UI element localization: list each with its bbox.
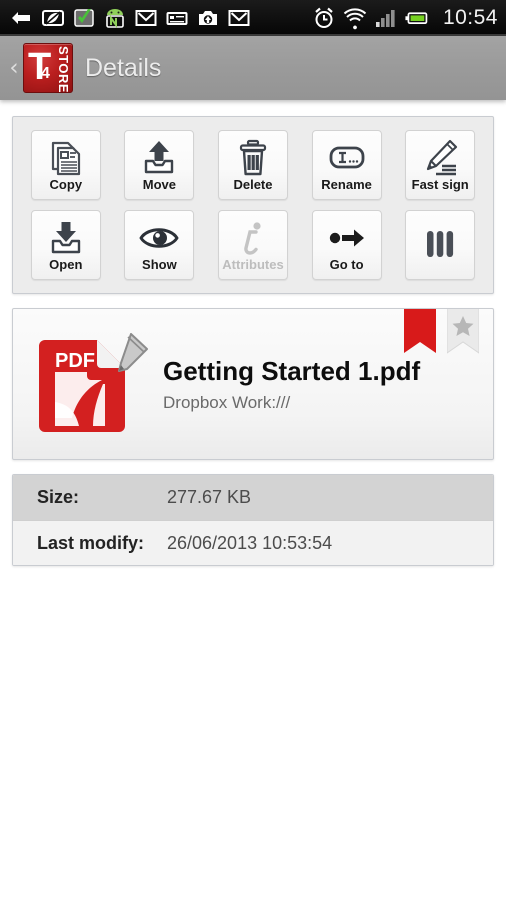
show-button-label: Show <box>142 257 177 272</box>
back-button[interactable]: ‹ <box>6 56 22 80</box>
move-icon <box>145 141 174 174</box>
pencil-sign-icon <box>427 139 458 176</box>
gmail-second-icon <box>228 10 250 26</box>
pdf-file-icon: PDF <box>39 333 148 432</box>
fast-sign-button[interactable]: Fast sign <box>405 130 476 200</box>
rename-button[interactable]: Rename <box>311 130 382 200</box>
camera-upload-icon <box>199 11 217 25</box>
content-area: Copy Move Delete Rename Fast sign Open S… <box>0 116 506 566</box>
more-bars-icon <box>427 231 454 257</box>
action-bar: ‹ T 4 STORE Details <box>0 36 506 100</box>
open-button-label: Open <box>49 257 83 272</box>
star-ribbon[interactable] <box>447 308 479 355</box>
detail-key-last-modify: Last modify: <box>37 532 145 553</box>
android-n-icon <box>106 9 124 29</box>
action-button-grid: Copy Move Delete Rename Fast sign Open S… <box>13 117 493 293</box>
sms-message-icon <box>166 12 188 25</box>
delete-button-label: Delete <box>233 177 273 192</box>
cell-signal-icon <box>375 10 395 27</box>
table-row: Size: 277.67 KB <box>13 475 493 520</box>
move-button-label: Move <box>142 177 176 192</box>
file-info: Getting Started 1.pdf Dropbox Work:/// <box>163 355 420 413</box>
status-bar-clock: 10:54 <box>442 6 498 29</box>
file-card-ribbons <box>404 308 479 355</box>
action-panel: Copy Move Delete Rename Fast sign Open S… <box>12 116 494 294</box>
battery-icon <box>405 12 428 24</box>
open-icon <box>51 222 80 254</box>
detail-key-size: Size: <box>37 487 80 507</box>
open-button[interactable]: Open <box>30 210 101 280</box>
fast-sign-button-label: Fast sign <box>411 177 469 192</box>
status-bar-notification-icons <box>10 6 312 30</box>
more-options-button[interactable] <box>405 210 476 280</box>
delete-button[interactable]: Delete <box>217 130 288 200</box>
alarm-clock-icon <box>315 7 333 28</box>
evernote-leaf-icon <box>42 10 64 26</box>
table-row: Last modify: 26/06/2013 10:53:54 <box>13 520 493 565</box>
attributes-button[interactable]: Attributes <box>217 210 288 280</box>
gmail-icon <box>135 10 157 26</box>
detail-value-last-modify: 26/06/2013 10:53:54 <box>167 532 333 553</box>
file-name: Getting Started 1.pdf <box>163 356 421 386</box>
attributes-button-label: Attributes <box>222 257 284 272</box>
copy-button[interactable]: Copy <box>30 130 101 200</box>
copy-button-label: Copy <box>49 177 83 192</box>
status-bar-system-icons: 10:54 <box>312 6 500 30</box>
file-card[interactable]: PDF Getting Started 1.pdf Dropbox Work:/… <box>12 308 494 460</box>
copy-icon <box>51 141 80 176</box>
rename-icon <box>329 146 364 169</box>
eye-icon <box>139 228 179 248</box>
red-bookmark-ribbon[interactable] <box>404 308 436 355</box>
status-bar[interactable]: 10:54 <box>0 0 506 36</box>
app-logo-store-text: STORE <box>56 46 71 93</box>
goto-button[interactable]: Go to <box>311 210 382 280</box>
move-button[interactable]: Move <box>124 130 195 200</box>
goto-arrow-icon <box>329 229 364 247</box>
app-logo-number: 4 <box>41 65 50 82</box>
rename-button-label: Rename <box>321 177 372 192</box>
back-arrow-badge-icon <box>12 12 30 24</box>
trash-icon <box>239 139 267 176</box>
show-button[interactable]: Show <box>124 210 195 280</box>
info-italic-icon <box>244 222 261 255</box>
file-details-table: Size: 277.67 KB Last modify: 26/06/2013 … <box>12 474 494 566</box>
detail-value-size: 277.67 KB <box>167 487 252 507</box>
file-path: Dropbox Work:/// <box>163 393 291 412</box>
green-check-note-icon <box>74 9 94 27</box>
goto-button-label: Go to <box>329 257 364 272</box>
app-logo[interactable]: T 4 STORE <box>23 43 73 93</box>
svg-text:PDF: PDF <box>55 350 95 372</box>
page-title: Details <box>85 53 162 82</box>
wifi-icon <box>343 8 367 30</box>
